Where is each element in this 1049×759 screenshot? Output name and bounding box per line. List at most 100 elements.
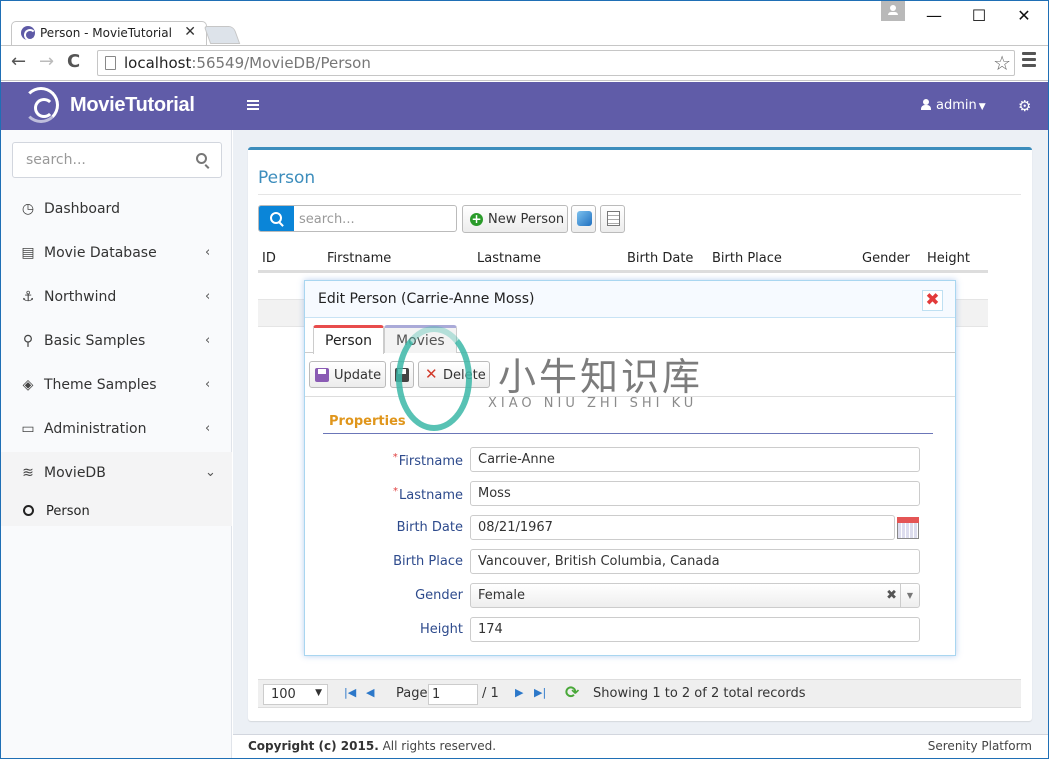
- user-name: admin: [936, 98, 977, 113]
- sidebar-subitem-person[interactable]: Person: [1, 496, 232, 526]
- bookmark-star-icon[interactable]: ☆: [993, 51, 1011, 75]
- field-label: *Lastname: [393, 486, 463, 503]
- field-label: Birth Date: [396, 520, 463, 535]
- delete-icon: ✕: [425, 365, 438, 383]
- url-text[interactable]: localhost:56549/MovieDB/Person: [124, 54, 371, 72]
- column-header-birth-place[interactable]: Birth Place: [712, 251, 782, 266]
- film-icon: ▤: [21, 245, 35, 261]
- forward-arrow-icon[interactable]: →: [39, 51, 54, 72]
- browser-tab[interactable]: Person - MovieTutorial ✕: [11, 21, 207, 45]
- gender-select[interactable]: Female ✖ ▼: [470, 583, 920, 608]
- apply-changes-button[interactable]: [390, 361, 414, 388]
- grid-header: ID Firstname Lastname Birth Date Birth P…: [258, 247, 988, 273]
- dropdown-arrow-icon[interactable]: ▼: [900, 584, 919, 607]
- dashboard-icon: ◷: [21, 201, 35, 217]
- refresh-icon: [577, 211, 592, 226]
- browser-window: Person - MovieTutorial ✕ — ☐ ✕ ← → C loc…: [1, 1, 1048, 758]
- column-header-gender[interactable]: Gender: [862, 251, 910, 266]
- chevron-left-icon: ‹: [205, 289, 211, 304]
- gears-icon[interactable]: ⚙: [1018, 97, 1031, 115]
- sidebar-toggle-icon[interactable]: [247, 100, 259, 112]
- monitor-icon: ▭: [21, 421, 35, 437]
- user-menu[interactable]: admin ▼: [921, 98, 986, 113]
- firstname-input[interactable]: Carrie-Anne: [470, 447, 920, 472]
- column-header-lastname[interactable]: Lastname: [477, 251, 541, 266]
- chevron-left-icon: ‹: [205, 245, 211, 260]
- tab-person[interactable]: Person: [313, 325, 385, 354]
- page-label: Page: [396, 686, 428, 701]
- first-page-icon[interactable]: |◀: [344, 686, 356, 699]
- logo-icon: [23, 87, 59, 123]
- sidebar-item-moviedb[interactable]: ≋ MovieDB ⌄: [1, 452, 232, 496]
- refresh-button[interactable]: [571, 205, 596, 233]
- browser-menu-icon[interactable]: [1022, 52, 1036, 70]
- page-size-select[interactable]: 100 ▼: [263, 684, 328, 705]
- serenity-favicon-icon: [21, 26, 36, 41]
- sidebar-search-input[interactable]: search...: [12, 142, 222, 178]
- brand-text: Serenity Platform: [927, 739, 1032, 753]
- height-input[interactable]: 174: [470, 617, 920, 642]
- field-firstname: *Firstname Carrie-Anne: [305, 447, 955, 473]
- chevron-down-icon: ⌄: [205, 465, 216, 480]
- app-name[interactable]: MovieTutorial: [70, 94, 195, 117]
- field-birth-date: Birth Date 08/21/1967: [305, 515, 955, 541]
- close-window-button[interactable]: ✕: [1001, 3, 1047, 29]
- field-label: Height: [420, 622, 463, 637]
- chevron-left-icon: ‹: [205, 333, 211, 348]
- browser-toolbar: ← → C localhost:56549/MovieDB/Person ☆: [1, 45, 1048, 81]
- search-icon[interactable]: [196, 153, 207, 164]
- section-title[interactable]: Properties: [329, 414, 406, 429]
- layers-icon: ≋: [22, 465, 34, 481]
- lastname-input[interactable]: Moss: [470, 481, 920, 506]
- sidebar-item-dashboard[interactable]: ◷ Dashboard: [1, 188, 232, 232]
- prev-page-icon[interactable]: ◀: [366, 686, 374, 699]
- reload-icon[interactable]: C: [67, 51, 80, 72]
- new-tab-button[interactable]: [203, 26, 241, 44]
- address-bar[interactable]: localhost:56549/MovieDB/Person ☆: [97, 50, 1015, 76]
- sidebar-item-administration[interactable]: ▭ Administration ‹: [1, 408, 232, 452]
- magic-wand-icon: ⚲: [22, 333, 34, 349]
- field-birth-place: Birth Place Vancouver, British Columbia,…: [305, 549, 955, 575]
- reload-icon[interactable]: ⟳: [565, 683, 579, 703]
- last-page-icon[interactable]: ▶|: [534, 686, 546, 699]
- tab-close-icon[interactable]: ✕: [184, 24, 196, 40]
- search-icon[interactable]: [259, 206, 294, 231]
- clear-icon[interactable]: ✖: [886, 588, 897, 603]
- column-header-id[interactable]: ID: [262, 251, 276, 266]
- tab-movies[interactable]: Movies: [384, 325, 457, 353]
- back-arrow-icon[interactable]: ←: [11, 51, 26, 72]
- page-title: Person: [258, 168, 316, 188]
- pager-status: Showing 1 to 2 of 2 total records: [593, 686, 806, 701]
- save-icon: [315, 368, 329, 382]
- save-check-icon: [395, 368, 409, 382]
- sidebar: search... ◷ Dashboard ▤ Movie Database ‹…: [1, 130, 232, 758]
- diamond-icon: ◈: [22, 377, 34, 393]
- required-mark: *: [392, 452, 398, 463]
- pager: 100 ▼ |◀ ◀ Page 1 / 1 ▶ ▶| ⟳ Showing 1 to…: [258, 679, 1021, 708]
- circle-icon: [23, 505, 34, 516]
- sidebar-item-movie-database[interactable]: ▤ Movie Database ‹: [1, 232, 232, 276]
- dialog-titlebar[interactable]: Edit Person (Carrie-Anne Moss) ✖: [305, 281, 955, 318]
- column-header-firstname[interactable]: Firstname: [327, 251, 391, 266]
- next-page-icon[interactable]: ▶: [515, 686, 523, 699]
- column-header-birth-date[interactable]: Birth Date: [627, 251, 693, 266]
- minimize-button[interactable]: —: [911, 3, 957, 29]
- sidebar-item-basic-samples[interactable]: ⚲ Basic Samples ‹: [1, 320, 232, 364]
- new-person-button[interactable]: + New Person: [462, 205, 568, 233]
- gender-value: Female: [478, 588, 526, 603]
- column-picker-button[interactable]: [600, 205, 625, 233]
- update-button[interactable]: Update: [309, 361, 386, 388]
- birth-place-input[interactable]: Vancouver, British Columbia, Canada: [470, 549, 920, 574]
- sidebar-item-northwind[interactable]: ⚓ Northwind ‹: [1, 276, 232, 320]
- close-icon[interactable]: ✖: [922, 290, 943, 311]
- sidebar-item-theme-samples[interactable]: ◈ Theme Samples ‹: [1, 364, 232, 408]
- calendar-icon[interactable]: [897, 517, 919, 539]
- page-number-input[interactable]: 1: [428, 684, 478, 705]
- birth-date-input[interactable]: 08/21/1967: [470, 515, 895, 540]
- profile-icon[interactable]: [881, 1, 905, 21]
- grid-search-input[interactable]: search...: [258, 205, 457, 232]
- column-header-height[interactable]: Height: [927, 251, 970, 266]
- maximize-button[interactable]: ☐: [956, 3, 1002, 29]
- delete-button[interactable]: ✕ Delete: [418, 361, 490, 388]
- field-label: *Firstname: [392, 452, 463, 469]
